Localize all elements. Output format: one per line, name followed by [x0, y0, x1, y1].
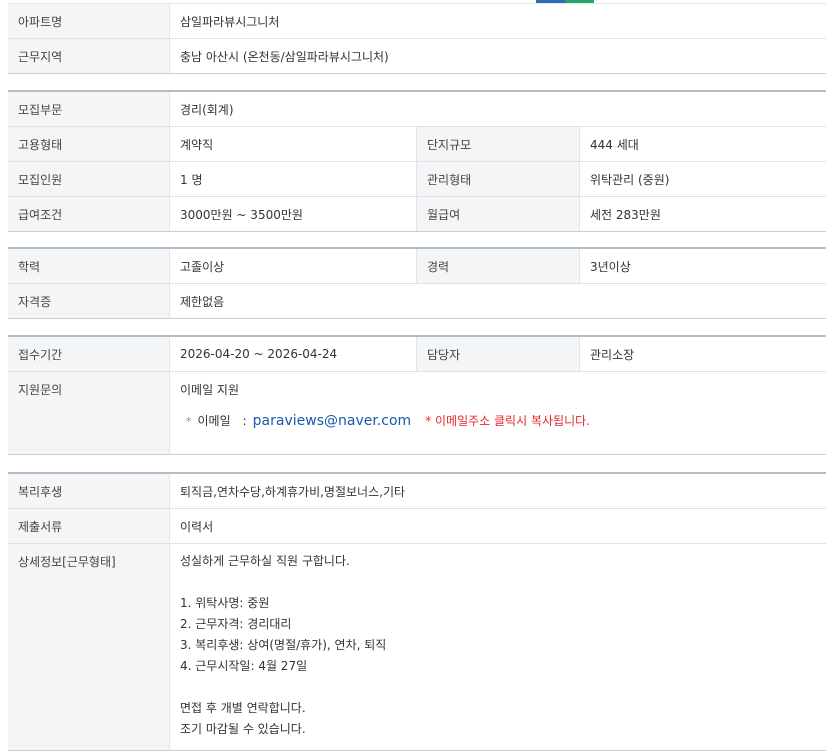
row-apartment: 아파트명 삼일파라뷰시그니처 [8, 4, 826, 39]
label-education: 학력 [8, 249, 170, 283]
basic-info-table: 아파트명 삼일파라뷰시그니처 근무지역 충남 아산시 (온천동/삼일파라뷰시그니… [8, 3, 826, 74]
detail-line: 4. 근무시작일: 4월 27일 [180, 659, 308, 673]
application-table: 접수기간 2026-04-20 ~ 2026-04-24 담당자 관리소장 지원… [8, 335, 826, 455]
detail-line [180, 572, 826, 593]
value-documents: 이력서 [180, 519, 214, 534]
detail-line: 면접 후 개별 연락합니다. [180, 701, 306, 715]
detail-line [180, 677, 826, 698]
label-detail: 상세정보[근무형태] [8, 544, 170, 750]
row-headcount: 모집인원 1 명 관리형태 위탁관리 (중원) [8, 162, 826, 197]
email-label: 이메일 [197, 414, 231, 428]
row-education: 학력 고졸이상 경력 3년이상 [8, 249, 826, 284]
label-employment: 고용형태 [8, 127, 170, 161]
label-salary: 급여조건 [8, 197, 170, 231]
row-inquiry: 지원문의 이메일 지원 * 이메일 : paraviews@naver.com … [8, 372, 826, 455]
label-welfare: 복리후생 [8, 474, 170, 508]
value-monthly-pay: 세전 283만원 [590, 207, 661, 222]
label-headcount: 모집인원 [8, 162, 170, 196]
row-dept: 모집부문 경리(회계) [8, 92, 826, 127]
row-documents: 제출서류 이력서 [8, 509, 826, 544]
bullet-icon: * [186, 415, 192, 428]
email-copy-link[interactable]: paraviews@naver.com [253, 413, 412, 429]
email-copy-note: * 이메일주소 클릭시 복사됩니다. [425, 414, 590, 428]
value-salary: 3000만원 ~ 3500만원 [180, 207, 303, 222]
label-apartment: 아파트명 [8, 4, 170, 38]
value-detail: 성실하게 근무하실 직원 구합니다. 1. 위탁사명: 중원 2. 근무자격: … [170, 544, 826, 750]
email-separator: : [242, 414, 247, 428]
label-contact-person: 담당자 [416, 337, 580, 371]
row-welfare: 복리후생 퇴직금,연차수당,하계휴가비,명절보너스,기타 [8, 474, 826, 509]
detail-line: 3. 복리후생: 상여(명절/휴가), 연차, 퇴직 [180, 638, 387, 652]
value-complex-size: 444 세대 [590, 137, 639, 152]
detail-line: 2. 근무자격: 경리대리 [180, 617, 292, 631]
row-employment: 고용형태 계약직 단지규모 444 세대 [8, 127, 826, 162]
value-apartment: 삼일파라뷰시그니처 [180, 14, 280, 29]
value-education: 고졸이상 [180, 259, 225, 274]
value-management-type: 위탁관리 (중원) [590, 172, 670, 187]
detail-line: 성실하게 근무하실 직원 구합니다. [180, 554, 350, 568]
inquiry-cell: 이메일 지원 * 이메일 : paraviews@naver.com * 이메일… [170, 372, 826, 454]
value-headcount: 1 명 [180, 172, 203, 187]
label-location: 근무지역 [8, 39, 170, 73]
value-certificate: 제한없음 [180, 294, 225, 309]
value-period: 2026-04-20 ~ 2026-04-24 [180, 347, 338, 361]
label-career: 경력 [416, 249, 580, 283]
label-dept: 모집부문 [8, 92, 170, 126]
label-complex-size: 단지규모 [416, 127, 580, 161]
detail-line: 조기 마감될 수 있습니다. [180, 722, 306, 736]
label-documents: 제출서류 [8, 509, 170, 543]
value-welfare: 퇴직금,연차수당,하계휴가비,명절보너스,기타 [180, 484, 406, 499]
value-location: 충남 아산시 (온천동/삼일파라뷰시그니처) [180, 49, 389, 64]
label-period: 접수기간 [8, 337, 170, 371]
email-line: * 이메일 : paraviews@naver.com * 이메일주소 클릭시 … [180, 412, 826, 429]
row-detail: 상세정보[근무형태] 성실하게 근무하실 직원 구합니다. 1. 위탁사명: 중… [8, 544, 826, 751]
value-employment: 계약직 [180, 137, 214, 152]
label-management-type: 관리형태 [416, 162, 580, 196]
extra-info-table: 복리후생 퇴직금,연차수당,하계휴가비,명절보너스,기타 제출서류 이력서 상세… [8, 472, 826, 751]
recruit-info-table: 모집부문 경리(회계) 고용형태 계약직 단지규모 444 세대 모집인원 1 … [8, 90, 826, 232]
value-inquiry: 이메일 지원 [180, 383, 240, 397]
row-location: 근무지역 충남 아산시 (온천동/삼일파라뷰시그니처) [8, 39, 826, 74]
value-contact-person: 관리소장 [590, 347, 635, 362]
row-period: 접수기간 2026-04-20 ~ 2026-04-24 담당자 관리소장 [8, 337, 826, 372]
row-salary: 급여조건 3000만원 ~ 3500만원 월급여 세전 283만원 [8, 197, 826, 232]
label-monthly-pay: 월급여 [416, 197, 580, 231]
row-certificate: 자격증 제한없음 [8, 284, 826, 319]
value-career: 3년이상 [590, 259, 631, 274]
value-dept: 경리(회계) [180, 102, 234, 117]
qualification-table: 학력 고졸이상 경력 3년이상 자격증 제한없음 [8, 247, 826, 319]
label-inquiry: 지원문의 [8, 372, 170, 454]
label-certificate: 자격증 [8, 284, 170, 318]
detail-line: 1. 위탁사명: 중원 [180, 596, 270, 610]
